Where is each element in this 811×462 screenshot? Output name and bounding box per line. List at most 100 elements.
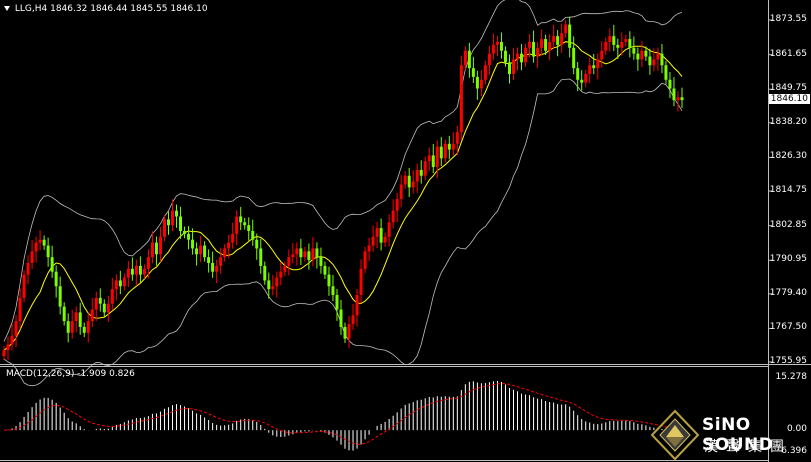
candle-body [187, 233, 191, 240]
candle-body [191, 239, 195, 249]
candle-body [552, 36, 556, 42]
candle-body [154, 242, 158, 255]
candle-body [279, 271, 283, 278]
candle-body [14, 321, 18, 336]
candle-body [219, 257, 223, 266]
candle-body [491, 44, 495, 54]
chevron-down-icon[interactable] [4, 6, 10, 11]
candle-body [512, 59, 515, 74]
candle-body [311, 248, 315, 261]
candle-body [375, 228, 379, 237]
price-chart[interactable] [0, 0, 811, 462]
candle-body [58, 286, 62, 307]
candle-body [42, 239, 46, 246]
candle-body [616, 44, 620, 48]
logo-brand-cn: 漢聲集團 [704, 439, 792, 455]
candle-body [271, 286, 275, 290]
candle-body [94, 297, 98, 310]
candle-body [395, 199, 399, 211]
candle-body [74, 312, 78, 322]
candle-body [668, 79, 672, 89]
candle-body [30, 251, 34, 263]
candle-body [38, 239, 42, 243]
candle-body [503, 50, 507, 63]
sinosound-logo: SiNO SOUND 漢聲集團 [650, 409, 810, 462]
candle-body [423, 161, 427, 176]
candle-body [447, 143, 451, 150]
candle-body [335, 294, 339, 310]
candle-body [471, 68, 475, 77]
candle-body [142, 268, 146, 275]
candle-body [387, 222, 391, 237]
candle-body [652, 59, 656, 66]
candle-body [435, 146, 439, 168]
price-tick-label: 1814.75 [769, 185, 807, 196]
upper-band [3, 0, 683, 342]
candle-body [251, 230, 255, 240]
candle-body [560, 33, 564, 45]
candle-body [540, 39, 544, 48]
candle-body [516, 53, 520, 60]
candle-body [70, 321, 74, 333]
macd-signal-line [3, 382, 683, 445]
candle-body [463, 50, 467, 66]
candle-body [676, 97, 680, 101]
candle-body [126, 268, 130, 278]
candle-body [451, 143, 455, 150]
candle-body [110, 289, 114, 304]
candle-body [427, 155, 431, 162]
ohlc-values: 1846.32 1846.44 1845.55 1846.10 [50, 4, 208, 14]
candle-body [355, 294, 359, 316]
candle-body [291, 254, 295, 258]
bollinger-bands [3, 0, 683, 387]
candle-body [487, 53, 491, 66]
candle-body [624, 39, 628, 42]
candle-body [259, 248, 263, 266]
candle-body [644, 50, 648, 57]
candle-body [34, 242, 38, 252]
candle-body [122, 277, 126, 287]
candle-body [130, 268, 134, 275]
candle-body [443, 143, 447, 159]
candle-body [299, 248, 303, 258]
candle-body [98, 297, 102, 304]
candle-body [528, 41, 532, 48]
candle-body [403, 175, 407, 185]
candle-body [183, 230, 187, 234]
candle-body [295, 248, 299, 255]
candle-body [544, 39, 548, 51]
candle-body [6, 344, 10, 351]
price-tick-label: 1779.40 [769, 287, 807, 298]
lower-band [3, 78, 683, 387]
candle-body [363, 251, 367, 269]
price-tick-label: 1849.75 [769, 83, 807, 94]
candle-body [315, 248, 319, 258]
candle-body [347, 324, 351, 339]
chart-window[interactable]: LLG,H4 1846.32 1846.44 1845.55 1846.10 1… [0, 0, 811, 462]
candle-body [10, 335, 14, 345]
candle-body [584, 73, 588, 83]
candle-body [327, 274, 331, 287]
candle-body [215, 265, 219, 272]
candle-body [556, 36, 560, 45]
candle-body [564, 24, 568, 34]
price-tick-label: 1838.20 [769, 116, 807, 127]
candle-body [680, 97, 684, 101]
candle-body [275, 277, 279, 287]
symbol-label: LLG,H4 [14, 4, 48, 14]
candle-body [26, 262, 30, 275]
candle-body [303, 251, 307, 258]
candle-body [411, 181, 415, 188]
candle-body [231, 233, 235, 243]
candle-body [620, 41, 624, 48]
candle-body [520, 53, 524, 63]
candle-body [371, 236, 375, 246]
candle-body [62, 306, 66, 322]
macd-title: MACD(12,26,9) -1.909 0.826 [6, 369, 135, 379]
candle-body [78, 312, 82, 327]
candle-body [211, 262, 215, 272]
candle-body [118, 280, 122, 287]
candle-body [415, 169, 419, 182]
candle-body [50, 257, 54, 272]
candle-body [596, 59, 600, 69]
